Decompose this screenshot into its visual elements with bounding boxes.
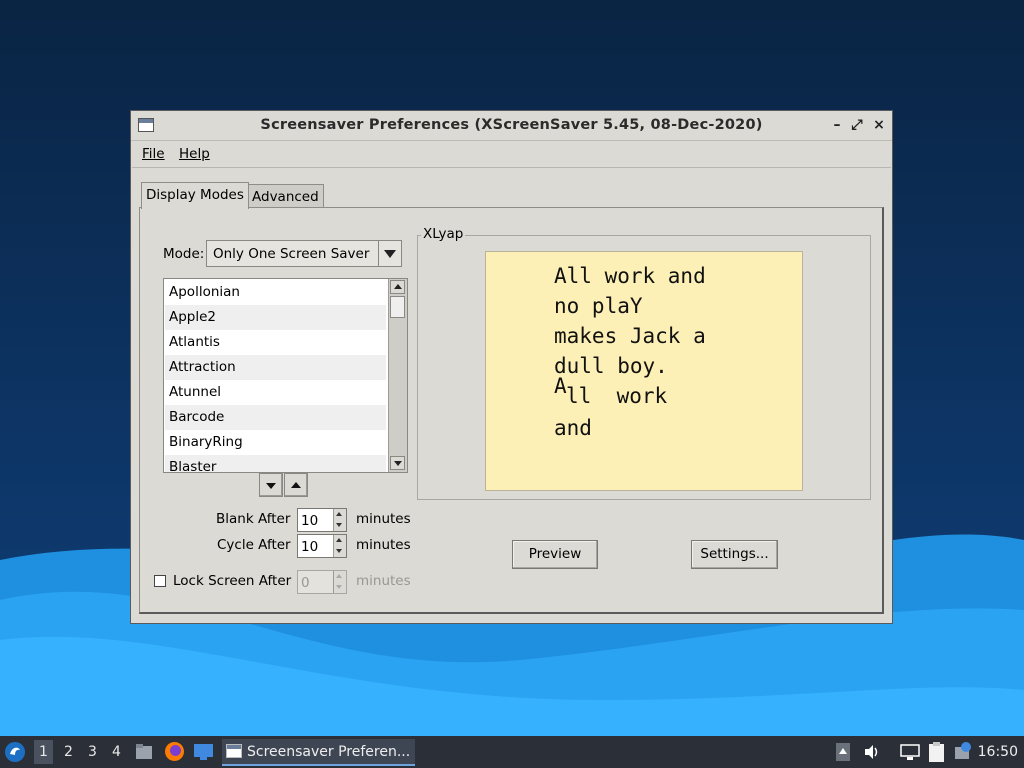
spinner-arrows-icon (333, 571, 346, 593)
spinner-arrows-icon[interactable] (333, 509, 346, 531)
preview-text-line: dull boy. (554, 354, 668, 378)
workspace-1[interactable]: 1 (34, 740, 53, 764)
update-notifier-icon[interactable] (953, 741, 973, 761)
preview-text-line: and (554, 416, 592, 440)
next-saver-button[interactable] (259, 473, 283, 497)
cycle-after-unit: minutes (356, 537, 411, 553)
taskbar-task-screensaver[interactable]: Screensaver Preferen... (222, 739, 415, 766)
maximize-icon[interactable]: ⤢ (848, 116, 866, 134)
close-icon[interactable]: × (870, 116, 888, 134)
scroll-down-icon[interactable] (390, 456, 405, 470)
preview-frame-label: XLyap (421, 226, 466, 242)
previous-saver-button[interactable] (284, 473, 308, 497)
list-item[interactable]: Attraction (165, 355, 386, 380)
tab-advanced[interactable]: Advanced (247, 184, 324, 209)
blank-after-value: 10 (301, 513, 319, 529)
list-scrollbar[interactable] (388, 279, 407, 472)
list-item[interactable]: Atlantis (165, 330, 386, 355)
menu-file[interactable]: File (142, 146, 165, 162)
volume-icon[interactable] (863, 743, 881, 761)
preview-text-line: makes Jack a (554, 324, 706, 348)
preview-text-line: All work and (554, 264, 706, 288)
list-item[interactable]: Apple2 (165, 305, 386, 330)
preview-stray-char: A (554, 374, 567, 398)
screensaver-list[interactable]: Apollonian Apple2 Atlantis Attraction At… (163, 278, 408, 473)
lock-screen-checkbox[interactable] (154, 575, 166, 587)
file-manager-icon[interactable] (134, 742, 154, 762)
list-item[interactable]: Apollonian (165, 280, 386, 305)
workspace-4[interactable]: 4 (112, 744, 121, 760)
menu-help[interactable]: Help (179, 146, 210, 162)
spinner-arrows-icon[interactable] (333, 535, 346, 557)
list-item[interactable]: Barcode (165, 405, 386, 430)
workspace-2[interactable]: 2 (64, 744, 73, 760)
preview-text-line: ll work (566, 384, 668, 408)
list-item[interactable]: BinaryRing (165, 430, 386, 455)
tab-display-modes[interactable]: Display Modes (141, 182, 249, 209)
screensaver-preview: All work and no plaY makes Jack a dull b… (485, 251, 803, 491)
clipboard-icon[interactable] (927, 741, 946, 763)
minimize-icon[interactable]: – (828, 116, 846, 134)
blank-after-spinner[interactable]: 10 (297, 508, 347, 532)
lock-after-unit: minutes (356, 573, 411, 589)
mode-select-value: Only One Screen Saver (213, 246, 370, 262)
blank-after-label: Blank After (216, 511, 291, 527)
screensaver-preferences-window: Screensaver Preferences (XScreenSaver 5.… (130, 110, 893, 624)
lock-after-value: 0 (301, 575, 310, 591)
preview-button[interactable]: Preview (512, 540, 598, 569)
workspace-3[interactable]: 3 (88, 744, 97, 760)
settings-button[interactable]: Settings... (691, 540, 778, 569)
mode-label: Mode: (163, 246, 205, 262)
chevron-down-icon[interactable] (378, 241, 401, 266)
cycle-after-value: 10 (301, 539, 319, 555)
title-bar[interactable]: Screensaver Preferences (XScreenSaver 5.… (131, 111, 892, 141)
taskbar: 1 2 3 4 Screensaver Preferen... 16:50 (0, 736, 1024, 768)
window-app-icon (226, 744, 242, 758)
blank-after-unit: minutes (356, 511, 411, 527)
lock-screen-label: Lock Screen After (173, 573, 292, 589)
firefox-icon[interactable] (164, 741, 185, 762)
mode-select[interactable]: Only One Screen Saver (206, 240, 402, 267)
menu-bar: File Help (132, 141, 891, 168)
taskbar-task-label: Screensaver Preferen... (247, 744, 411, 760)
tray-up-arrow-icon[interactable] (836, 743, 850, 761)
network-icon[interactable] (900, 743, 920, 761)
scrollbar-thumb[interactable] (390, 296, 405, 318)
lock-after-spinner: 0 (297, 570, 347, 594)
desktop-icon[interactable] (193, 742, 214, 761)
cycle-after-spinner[interactable]: 10 (297, 534, 347, 558)
scroll-up-icon[interactable] (390, 280, 405, 294)
menu-file-label: File (142, 146, 165, 162)
clock[interactable]: 16:50 (978, 744, 1018, 760)
window-title: Screensaver Preferences (XScreenSaver 5.… (260, 117, 763, 133)
start-menu-icon[interactable] (4, 741, 26, 763)
list-item[interactable]: Atunnel (165, 380, 386, 405)
menu-help-label: Help (179, 146, 210, 162)
cycle-after-label: Cycle After (217, 537, 291, 553)
list-item[interactable]: Blaster (165, 455, 386, 472)
preview-text-line: no plaY (554, 294, 643, 318)
